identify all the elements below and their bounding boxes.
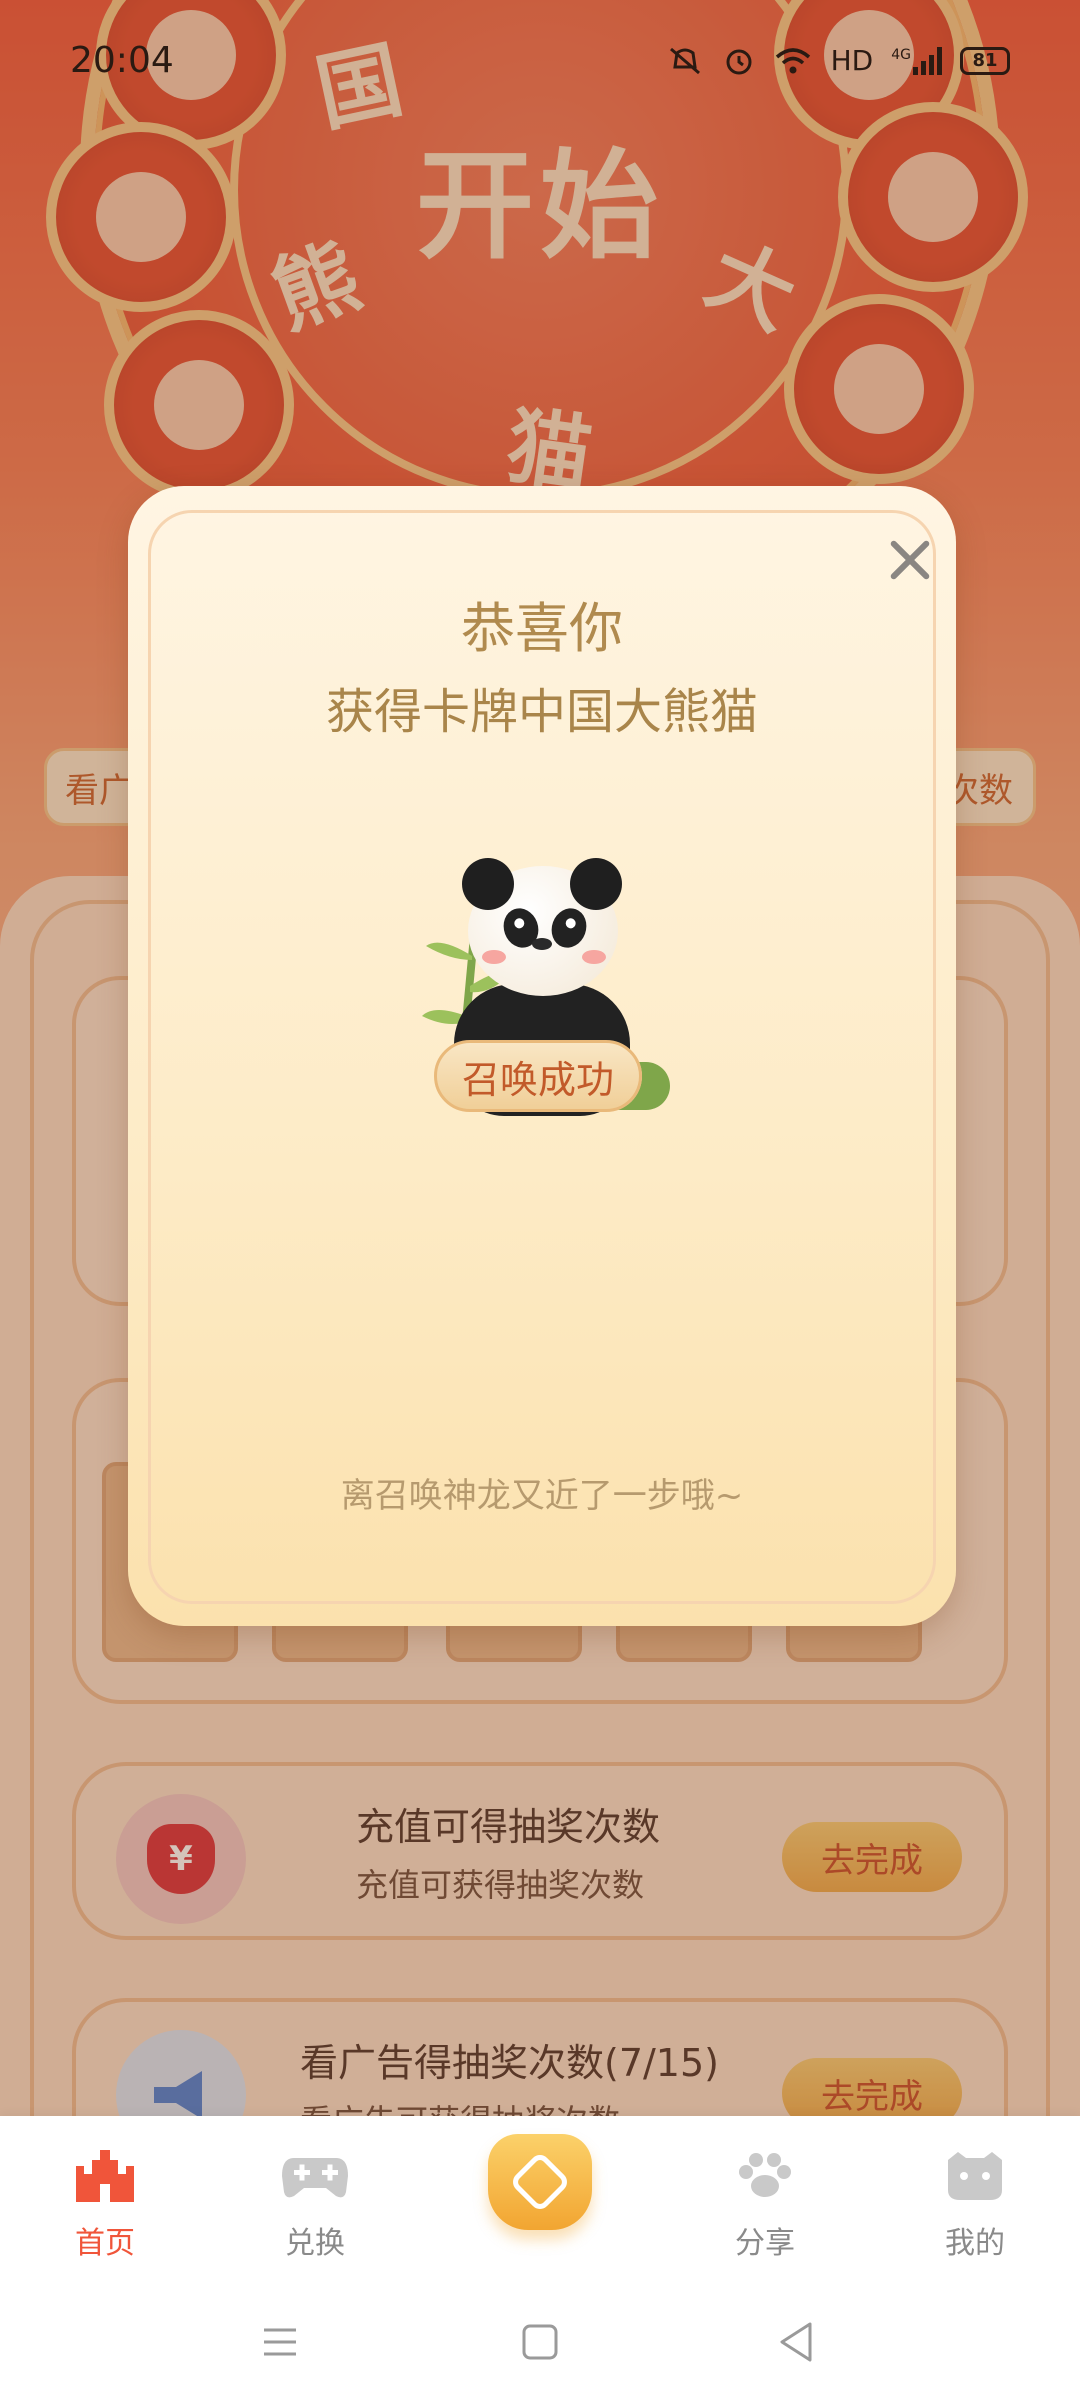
battery-level: 81 — [972, 50, 998, 71]
reward-modal: 恭喜你 获得卡牌中国大熊猫 召唤成功 离召唤神龙又近了一步哦~ — [128, 486, 956, 1626]
panda-eye — [546, 903, 592, 953]
panda-ear — [570, 858, 622, 910]
panda-blush — [482, 950, 506, 964]
close-icon[interactable] — [878, 528, 942, 592]
panda-nose — [532, 938, 552, 950]
modal-title: 恭喜你 — [461, 597, 623, 660]
panda-head — [462, 858, 622, 996]
status-icons: HD 4G 81 — [665, 44, 1010, 77]
home-icon[interactable] — [510, 2312, 570, 2372]
status-bar: 20:04 HD 4G 81 — [0, 0, 1080, 130]
panda-blush — [582, 950, 606, 964]
menu-icon[interactable] — [250, 2312, 310, 2372]
modal-subtitle: 获得卡牌中国大熊猫 — [325, 684, 758, 740]
tab-home[interactable]: 首页 — [30, 2146, 180, 2266]
tab-mine[interactable]: 我的 — [900, 2146, 1050, 2266]
paw-icon — [739, 2153, 791, 2197]
coin-icon — [508, 2150, 572, 2214]
signal-icon: 4G — [891, 46, 942, 75]
mute-icon — [669, 47, 700, 74]
summon-success-badge: 召唤成功 — [434, 1040, 642, 1112]
gamepad-icon — [282, 2158, 348, 2198]
tab-label: 首页 — [75, 2226, 135, 2261]
wifi-icon — [775, 47, 810, 73]
tab-share[interactable]: 分享 — [690, 2146, 840, 2266]
tab-label: 分享 — [735, 2226, 795, 2261]
back-icon[interactable] — [766, 2312, 826, 2372]
castle-icon — [76, 2150, 134, 2202]
modal-footer-text: 离召唤神龙又近了一步哦~ — [340, 1476, 744, 1516]
alarm-icon — [726, 49, 752, 74]
battery-icon: 81 — [960, 46, 1010, 75]
tab-label: 兑换 — [285, 2226, 345, 2261]
money-bag-icon[interactable] — [488, 2134, 592, 2230]
network-label: HD — [830, 44, 874, 77]
status-time: 20:04 — [70, 40, 174, 81]
tab-label: 我的 — [945, 2226, 1005, 2261]
system-navigation-bar — [0, 2276, 1080, 2400]
cell-type-label: 4G — [891, 46, 911, 63]
face-icon — [948, 2152, 1002, 2200]
tab-exchange[interactable]: 兑换 — [240, 2146, 390, 2266]
panda-ear — [462, 858, 514, 910]
